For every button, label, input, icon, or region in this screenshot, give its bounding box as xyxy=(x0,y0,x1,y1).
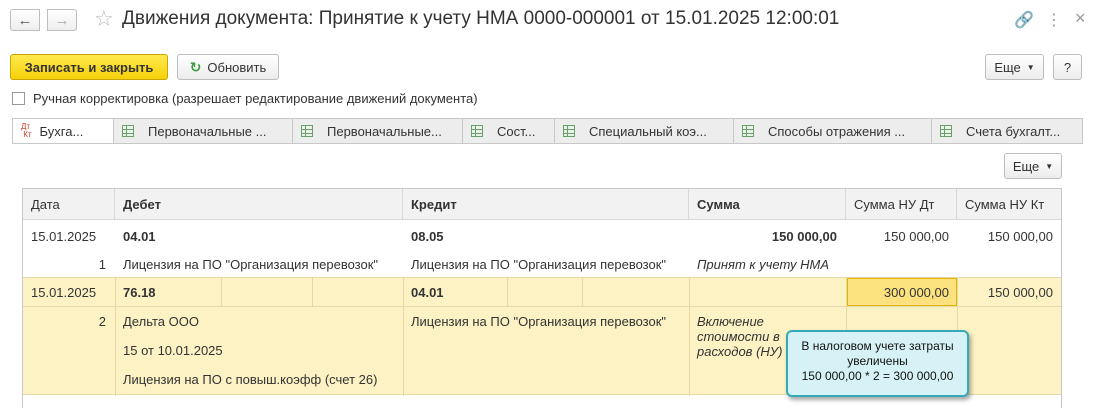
more-label: Еще xyxy=(994,59,1021,75)
close-icon[interactable]: × xyxy=(1075,8,1086,29)
cell-divider xyxy=(115,278,116,396)
column-sum-nu-dt[interactable]: Сумма НУ Дт xyxy=(846,189,957,220)
favorite-star-icon[interactable]: ☆ xyxy=(94,6,114,32)
tab-initial-2[interactable]: Первоначальные... xyxy=(292,118,463,144)
row-date: 15.01.2025 xyxy=(31,285,97,300)
cell-divider xyxy=(312,278,313,306)
row-content-line: Включение xyxy=(697,314,764,329)
cell-divider xyxy=(582,278,583,306)
refresh-label: Обновить xyxy=(207,59,267,75)
forward-button[interactable]: → xyxy=(47,9,77,31)
register-table-icon xyxy=(940,125,952,137)
register-table-icon xyxy=(563,125,575,137)
more-button[interactable]: Еще ▼ xyxy=(985,54,1044,80)
tab-label: Сост... xyxy=(497,123,536,139)
register-table-icon xyxy=(742,125,754,137)
manual-correction-row: Ручная корректировка (разрешает редактир… xyxy=(12,91,478,106)
tab-state[interactable]: Сост... xyxy=(462,118,555,144)
cell-divider xyxy=(403,278,404,396)
row-sum-nu-dt: 300 000,00 xyxy=(883,285,949,300)
row-sum: 150 000,00 xyxy=(771,229,837,244)
tab-divider xyxy=(12,143,1082,144)
refresh-icon: ↻ xyxy=(189,58,202,75)
tab-label: Бухга... xyxy=(39,123,84,139)
save-and-close-button[interactable]: Записать и закрыть xyxy=(10,54,168,80)
window-title: Движения документа: Принятие к учету НМА… xyxy=(122,8,840,29)
tab-reflection-methods[interactable]: Способы отражения ... xyxy=(733,118,932,144)
tab-label: Счета бухгалт... xyxy=(966,123,1061,139)
row-debit: 04.01 xyxy=(123,229,156,244)
column-sum-nu-kt[interactable]: Сумма НУ Кт xyxy=(957,189,1061,220)
callout-line: увеличены xyxy=(847,354,908,368)
row-debit: 76.18 xyxy=(123,285,156,300)
register-table-icon xyxy=(301,125,313,137)
help-button[interactable]: ? xyxy=(1053,54,1082,80)
manual-correction-label: Ручная корректировка (разрешает редактир… xyxy=(33,91,478,106)
table-header: Дата Дебет Кредит Сумма Сумма НУ Дт Сумм… xyxy=(23,189,1061,220)
grid-more-button[interactable]: Еще ▼ xyxy=(1004,153,1062,179)
grid-more-label: Еще xyxy=(1012,158,1040,174)
callout-line: 150 000,00 * 2 = 300 000,00 xyxy=(801,369,954,383)
column-credit[interactable]: Кредит xyxy=(403,189,689,220)
cell-divider xyxy=(221,278,222,306)
callout-line: В налоговом учете затраты xyxy=(801,339,954,353)
table-row[interactable]: 15.01.2025 04.01 08.05 150 000,00 150 00… xyxy=(23,221,1061,277)
row-debit-subconto-1: Дельта ООО xyxy=(123,314,199,329)
tab-label: Специальный коэ... xyxy=(589,123,707,139)
row-credit-subconto: Лицензия на ПО "Организация перевозок" xyxy=(411,314,667,329)
more-menu-icon[interactable]: ⋮ xyxy=(1046,10,1062,30)
row-date: 15.01.2025 xyxy=(31,229,97,244)
info-callout: В налоговом учете затраты увеличены 150 … xyxy=(786,330,969,397)
cell-divider xyxy=(689,278,690,396)
debit-credit-icon: Дт Кт xyxy=(21,122,32,139)
refresh-button[interactable]: ↻ Обновить xyxy=(177,54,279,80)
row-number: 2 xyxy=(98,314,106,329)
row-content: Принят к учету НМА xyxy=(697,257,830,272)
tab-special-coef[interactable]: Специальный коэ... xyxy=(554,118,734,144)
register-table-icon xyxy=(122,125,134,137)
cell-divider xyxy=(507,278,508,306)
row-debit-subconto-3: Лицензия на ПО с повыш.коэфф (счет 26) xyxy=(123,372,378,387)
arrow-right-icon: → xyxy=(54,11,70,29)
row-sum-nu-dt: 150 000,00 xyxy=(883,229,949,244)
row-content-line: расходов (НУ) xyxy=(697,344,783,359)
column-date[interactable]: Дата xyxy=(23,189,115,220)
chevron-down-icon: ▼ xyxy=(1026,62,1035,72)
tab-label: Первоначальные ... xyxy=(148,123,267,139)
row-credit: 04.01 xyxy=(411,285,444,300)
tab-strip: Дт Кт Бухга... Первоначальные ... Первон… xyxy=(12,118,1083,144)
row-debit-subconto-2: 15 от 10.01.2025 xyxy=(123,343,223,358)
subrow-divider xyxy=(23,306,1061,307)
link-icon[interactable]: 🔗 xyxy=(1014,10,1034,30)
row-number: 1 xyxy=(98,257,106,272)
row-content: Включение стоимости в расходов (НУ) xyxy=(697,314,782,359)
row-content-line: стоимости в xyxy=(697,329,780,344)
tab-accounting[interactable]: Дт Кт Бухга... xyxy=(12,118,114,144)
row-credit: 08.05 xyxy=(411,229,444,244)
row-sum-nu-kt: 150 000,00 xyxy=(987,229,1053,244)
title-bar: ← → ☆ Движения документа: Принятие к уче… xyxy=(0,0,1103,42)
tab-label: Первоначальные... xyxy=(327,123,442,139)
chevron-down-icon: ▼ xyxy=(1045,161,1054,171)
tab-initial-1[interactable]: Первоначальные ... xyxy=(113,118,293,144)
column-debit[interactable]: Дебет xyxy=(115,189,403,220)
back-button[interactable]: ← xyxy=(10,9,40,31)
row-debit-subconto: Лицензия на ПО "Организация перевозок" xyxy=(123,257,379,272)
register-table-icon xyxy=(471,125,483,137)
arrow-left-icon: ← xyxy=(17,11,33,29)
column-sum[interactable]: Сумма xyxy=(689,189,846,220)
tab-label: Способы отражения ... xyxy=(768,123,906,139)
row-sum-nu-kt: 150 000,00 xyxy=(987,285,1053,300)
manual-correction-checkbox[interactable] xyxy=(12,92,25,105)
tab-accounts[interactable]: Счета бухгалт... xyxy=(931,118,1083,144)
row-credit-subconto: Лицензия на ПО "Организация перевозок" xyxy=(411,257,667,272)
